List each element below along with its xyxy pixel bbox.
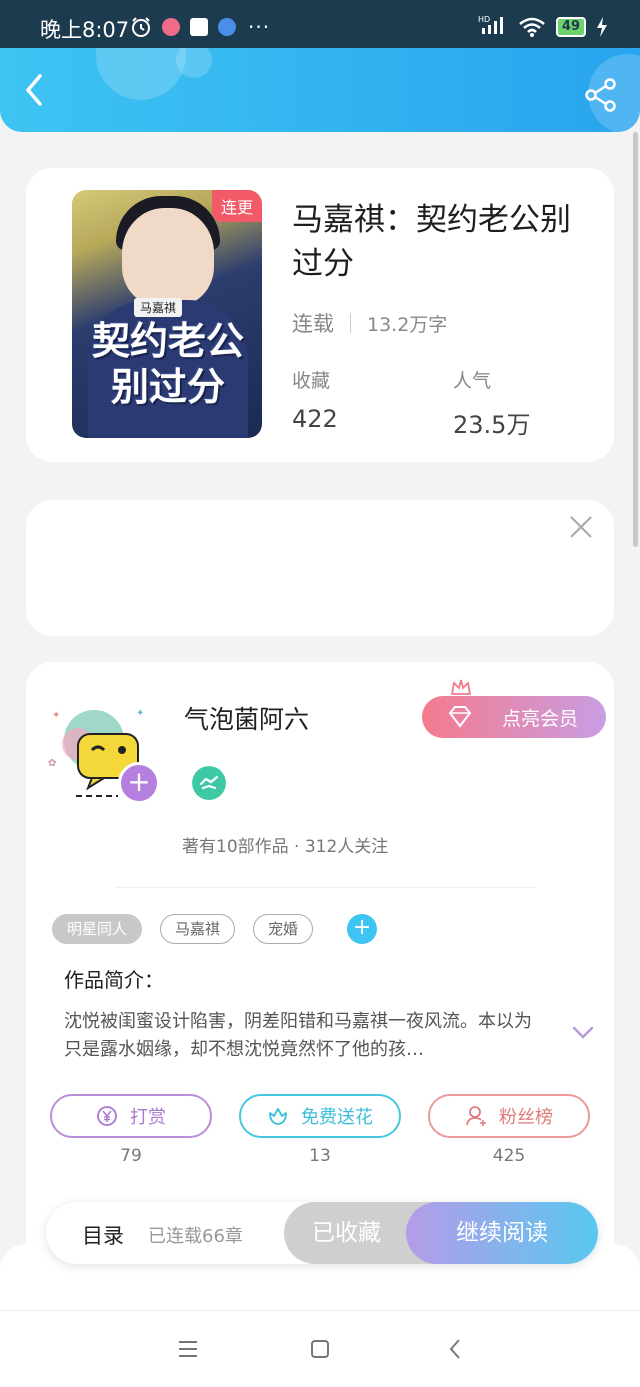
share-icon[interactable]	[584, 78, 618, 112]
tag-list: 明星同人 马嘉祺 宠婚 +	[52, 914, 378, 944]
author-stats: 著有10部作品 · 312人关注	[182, 837, 389, 857]
flower-action: 免费送花 13	[239, 1094, 401, 1166]
tag-item[interactable]: 宠婚	[253, 914, 314, 944]
book-info-card: 马嘉祺 契约老公别过分 连更 马嘉祺：契约老公别过分 连载 13.2万字 收藏 …	[26, 168, 614, 462]
user-ranking-icon	[466, 1106, 486, 1126]
collect-value: 422	[292, 405, 338, 433]
vip-membership-button[interactable]: 点亮会员	[422, 696, 606, 738]
mail-notification-icon	[190, 18, 208, 36]
intro-text: 沈悦被闺蜜设计陷害，阴差阳错和马嘉祺一夜风流。本以为只是露水姻缘，却不想沈悦竟然…	[64, 1011, 532, 1060]
book-meta: 连载 13.2万字	[292, 308, 447, 338]
flower-icon	[269, 1108, 287, 1125]
intro-heading: 作品简介：	[64, 968, 164, 992]
collect-label: 收藏	[292, 370, 331, 392]
decorative-bubble	[176, 48, 212, 78]
charging-icon	[597, 16, 607, 37]
fans-label: 粉丝榜	[499, 1107, 553, 1128]
back-arrow-icon[interactable]	[18, 70, 54, 110]
follow-author-button[interactable]: +	[118, 762, 160, 804]
bottom-action-bar: 目录 已连载66章 已收藏 继续阅读	[46, 1202, 598, 1264]
status-notification-icons: ···	[130, 15, 270, 39]
cover-figure-face	[122, 208, 214, 306]
engagement-actions: 打赏 79 免费送花 13 粉丝榜 425	[50, 1094, 590, 1166]
svg-text:HD: HD	[478, 15, 490, 24]
book-cover[interactable]: 马嘉祺 契约老公别过分 连更	[72, 190, 262, 438]
top-header	[0, 48, 640, 132]
fans-ranking-button[interactable]: 粉丝榜	[428, 1094, 590, 1138]
send-flower-button[interactable]: 免费送花	[239, 1094, 401, 1138]
flower-count: 13	[309, 1146, 331, 1166]
cover-small-title: 马嘉祺	[134, 298, 183, 317]
book-status: 连载	[292, 312, 334, 336]
signal-icon: HD	[478, 14, 508, 39]
author-name[interactable]: 气泡菌阿六	[184, 700, 309, 736]
table-of-contents-button[interactable]: 目录	[82, 1220, 124, 1250]
more-notifications-icon: ···	[248, 15, 271, 39]
book-title: 马嘉祺：契约老公别过分	[292, 202, 571, 282]
status-system-icons: HD 49	[478, 14, 608, 39]
decorative-bubble	[96, 48, 186, 100]
popularity-value: 23.5万	[453, 411, 531, 439]
vip-button-label: 点亮会员	[501, 707, 578, 730]
book-word-count: 13.2万字	[367, 313, 448, 336]
reward-count: 79	[120, 1146, 142, 1166]
menu-icon[interactable]	[176, 1337, 200, 1361]
cover-big-title: 契约老公别过分	[91, 318, 244, 409]
popularity-label: 人气	[453, 370, 492, 392]
crown-icon	[450, 679, 472, 695]
yen-coin-icon	[97, 1106, 117, 1126]
meta-divider	[350, 313, 351, 333]
alarm-icon	[132, 17, 150, 37]
tag-item[interactable]: 马嘉祺	[160, 914, 236, 944]
author-level-badge-icon	[192, 766, 226, 800]
collect-stat: 收藏 422	[292, 366, 338, 433]
section-divider	[116, 887, 536, 888]
close-icon[interactable]	[568, 514, 594, 540]
svg-text:✦: ✦	[136, 708, 144, 719]
svg-text:✦: ✦	[52, 710, 60, 721]
home-icon[interactable]	[308, 1337, 332, 1361]
add-tag-button[interactable]: +	[347, 914, 378, 944]
svg-text:✿: ✿	[48, 758, 56, 769]
flower-label: 免费送花	[301, 1107, 373, 1128]
diamond-icon	[448, 706, 472, 728]
author-card: ✦ ✦ ✿ + 气泡菌阿六 点亮会员 著有10部作品 · 312人关注 明星同人…	[26, 662, 614, 1282]
fans-action: 粉丝榜 425	[428, 1094, 590, 1166]
ad-banner-card	[26, 500, 614, 636]
system-navigation-bar	[0, 1310, 640, 1387]
reward-action: 打赏 79	[50, 1094, 212, 1166]
continue-reading-button[interactable]: 继续阅读	[406, 1202, 598, 1264]
system-back-icon[interactable]	[444, 1337, 468, 1361]
fans-count: 425	[492, 1146, 526, 1166]
chapter-count: 已连载66章	[148, 1226, 243, 1247]
browser-notification-icon	[218, 18, 236, 36]
status-bar: 晚上8:07 ··· HD 49	[0, 0, 640, 48]
popularity-stat: 人气 23.5万	[453, 366, 530, 440]
reward-label: 打赏	[130, 1107, 166, 1128]
battery-icon: 49	[555, 16, 586, 37]
scrollbar[interactable]	[633, 132, 638, 547]
reward-button[interactable]: 打赏	[50, 1094, 212, 1138]
chevron-down-icon[interactable]	[572, 1026, 594, 1040]
status-time: 晚上8:07	[40, 18, 130, 42]
app-notification-icon	[162, 18, 180, 36]
wifi-icon	[519, 17, 545, 37]
tag-item[interactable]: 明星同人	[52, 914, 143, 944]
update-badge: 连更	[211, 190, 262, 222]
